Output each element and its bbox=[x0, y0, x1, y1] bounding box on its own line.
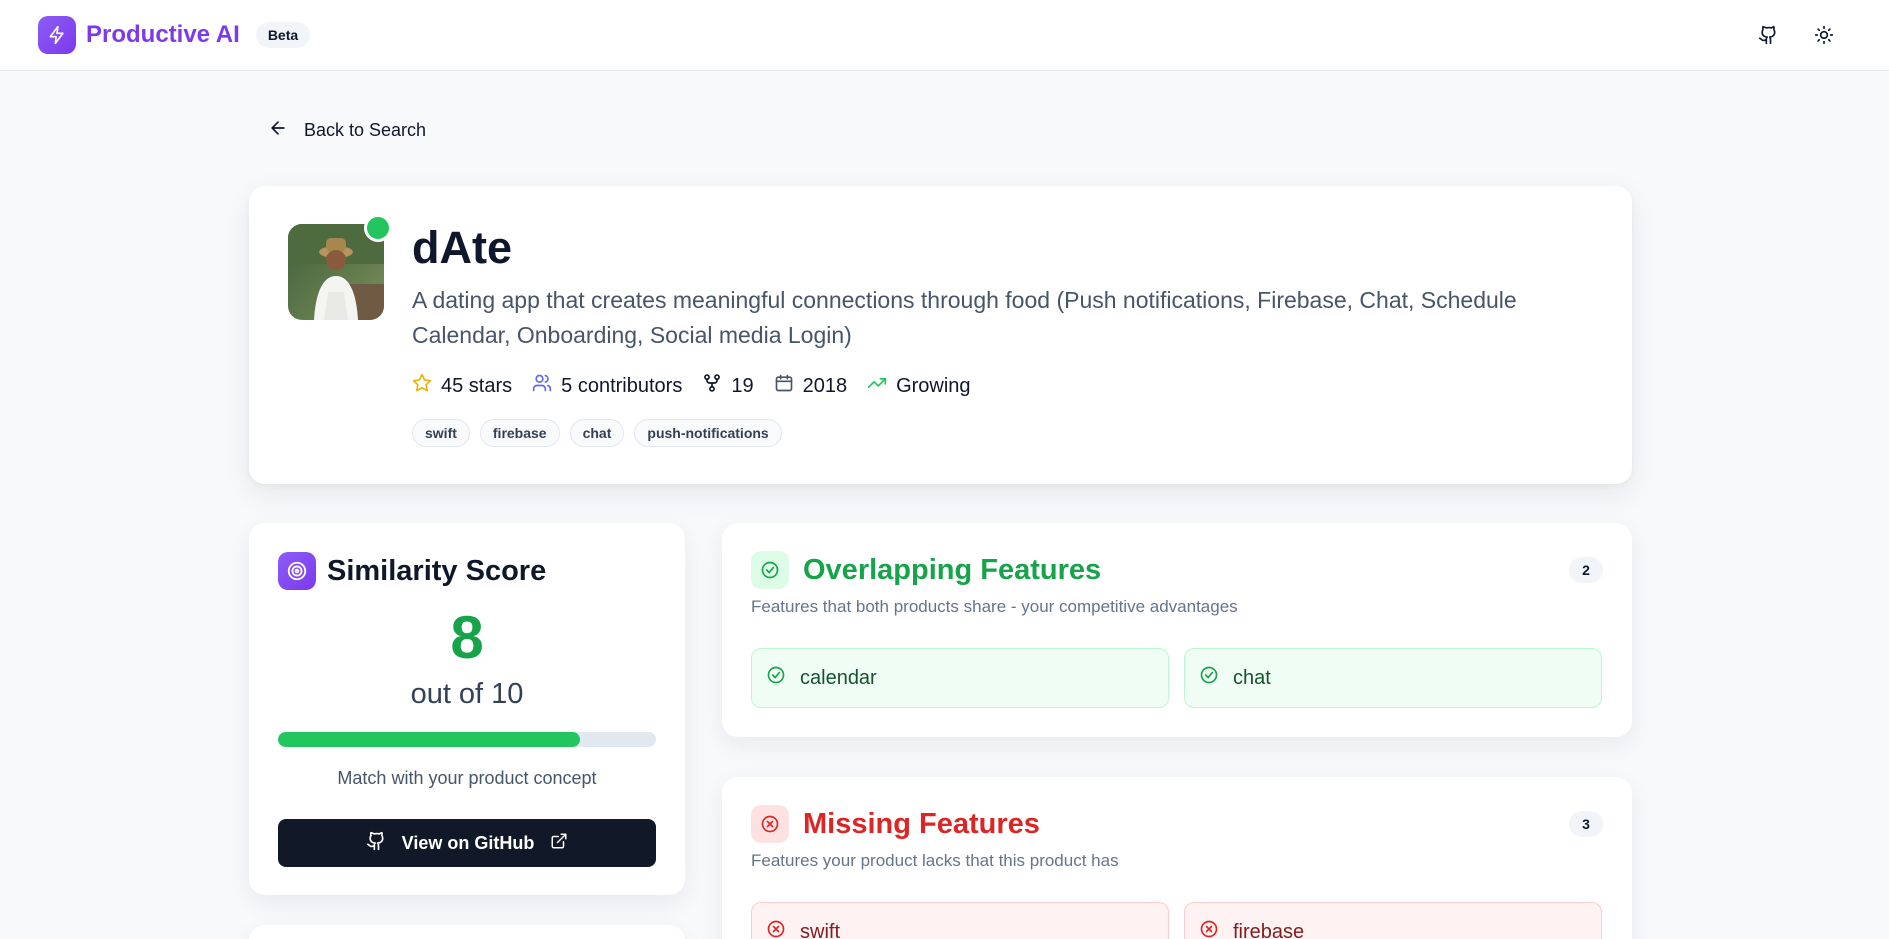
score-out-of: out of 10 bbox=[410, 678, 524, 710]
back-to-search-link[interactable]: Back to Search bbox=[268, 118, 426, 143]
missing-feature-item: firebase bbox=[1184, 902, 1602, 939]
repo-description: A dating app that creates meaningful con… bbox=[412, 287, 1517, 348]
missing-list: swift firebase bbox=[751, 902, 1602, 939]
lightning-icon bbox=[38, 16, 76, 54]
overlapping-features-card: Overlapping Features 2 Features that bot… bbox=[722, 523, 1632, 737]
github-icon bbox=[366, 831, 386, 856]
missing-subtitle: Features your product lacks that this pr… bbox=[751, 851, 1119, 870]
tag[interactable]: swift bbox=[412, 419, 470, 447]
feature-label: swift bbox=[800, 920, 840, 939]
tag[interactable]: push-notifications bbox=[634, 419, 782, 447]
similarity-header: Similarity Score bbox=[278, 552, 546, 590]
x-circle-icon bbox=[1199, 919, 1219, 939]
missing-features-card: Missing Features 3 Features your product… bbox=[722, 777, 1632, 939]
x-circle-icon bbox=[751, 805, 789, 843]
repo-tags: swift firebase chat push-notifications bbox=[412, 419, 782, 447]
calendar-icon bbox=[774, 373, 794, 399]
top-header: Productive AI Beta bbox=[0, 0, 1889, 71]
trend-stat: Growing bbox=[867, 373, 971, 399]
trend-value: Growing bbox=[896, 374, 971, 397]
header-actions bbox=[1755, 22, 1837, 48]
contributors-stat: 5 contributors bbox=[532, 373, 682, 399]
check-circle-icon bbox=[1199, 665, 1219, 691]
view-on-github-label: View on GitHub bbox=[401, 832, 535, 853]
check-circle-icon bbox=[751, 551, 789, 589]
users-icon bbox=[532, 373, 552, 399]
beta-badge: Beta bbox=[255, 22, 311, 48]
trending-up-icon bbox=[867, 373, 887, 399]
forks-stat: 19 bbox=[702, 373, 754, 399]
overlapping-header: Overlapping Features bbox=[751, 551, 1101, 589]
contributors-count: 5 contributors bbox=[561, 374, 683, 397]
overlapping-list: calendar chat bbox=[751, 648, 1602, 708]
feature-label: chat bbox=[1233, 666, 1271, 689]
external-link-icon bbox=[550, 832, 568, 855]
view-on-github-button[interactable]: View on GitHub bbox=[278, 819, 656, 867]
similarity-score: 8 bbox=[450, 604, 484, 671]
arrow-left-icon bbox=[268, 118, 288, 143]
similarity-card: Similarity Score 8 out of 10 Match with … bbox=[249, 523, 685, 895]
feature-label: firebase bbox=[1233, 920, 1305, 939]
overlapping-feature-item: calendar bbox=[751, 648, 1169, 708]
similarity-caption: Match with your product concept bbox=[337, 768, 597, 788]
next-card-peek bbox=[249, 925, 685, 939]
forks-count: 19 bbox=[731, 374, 754, 397]
check-circle-icon bbox=[766, 665, 786, 691]
missing-header: Missing Features bbox=[751, 805, 1040, 843]
x-circle-icon bbox=[766, 919, 786, 939]
missing-title: Missing Features bbox=[803, 807, 1040, 840]
similarity-progress-bar bbox=[278, 732, 656, 747]
missing-feature-item: swift bbox=[751, 902, 1169, 939]
sun-icon[interactable] bbox=[1811, 22, 1837, 48]
fork-icon bbox=[702, 373, 722, 399]
overlapping-count-badge: 2 bbox=[1569, 557, 1603, 583]
tag[interactable]: firebase bbox=[479, 419, 560, 447]
year-stat: 2018 bbox=[774, 373, 848, 399]
stars-count: 45 stars bbox=[441, 374, 513, 397]
online-status-dot bbox=[364, 214, 392, 242]
repo-stats: 45 stars 5 contributors 19 2018 Growing bbox=[412, 373, 971, 399]
target-icon bbox=[278, 552, 316, 590]
tag[interactable]: chat bbox=[569, 419, 625, 447]
star-icon bbox=[412, 373, 432, 399]
brand-name: Productive AI bbox=[86, 21, 240, 48]
repo-card: dAte A dating app that creates meaningfu… bbox=[249, 186, 1632, 484]
similarity-title: Similarity Score bbox=[327, 554, 547, 587]
back-label: Back to Search bbox=[304, 120, 427, 140]
github-icon[interactable] bbox=[1755, 22, 1781, 48]
year-value: 2018 bbox=[802, 374, 848, 397]
overlapping-subtitle: Features that both products share - your… bbox=[751, 597, 1238, 616]
stars-stat: 45 stars bbox=[412, 373, 512, 399]
feature-label: calendar bbox=[800, 666, 877, 689]
overlapping-feature-item: chat bbox=[1184, 648, 1602, 708]
brand[interactable]: Productive AI Beta bbox=[38, 16, 311, 54]
repo-name: dAte bbox=[412, 222, 512, 273]
missing-count-badge: 3 bbox=[1569, 811, 1603, 837]
similarity-progress-fill bbox=[278, 732, 581, 747]
overlapping-title: Overlapping Features bbox=[803, 553, 1102, 586]
